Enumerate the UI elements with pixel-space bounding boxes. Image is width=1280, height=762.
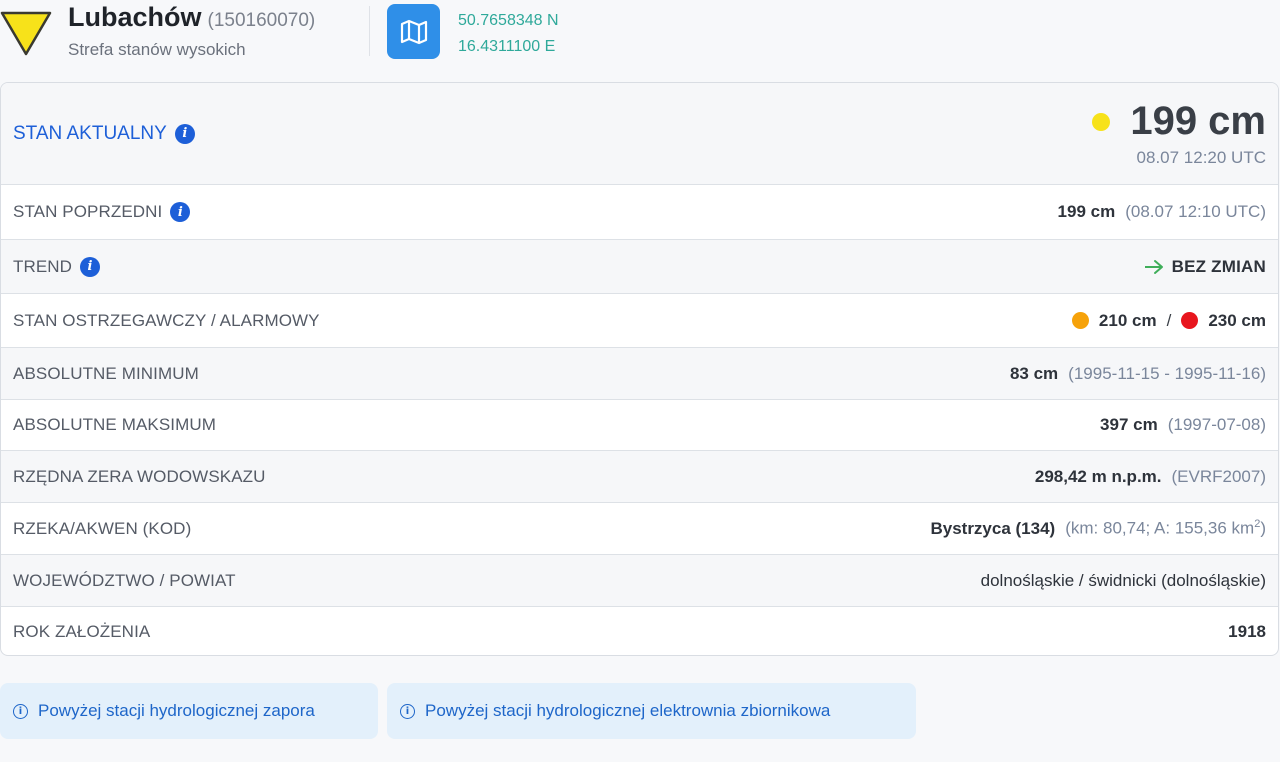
current-time: 08.07 12:20 UTC (1136, 148, 1266, 167)
previous-time: (08.07 12:10 UTC) (1125, 202, 1266, 221)
abs-min-value: 83 cm (1995-11-15 - 1995-11-16) (1010, 364, 1266, 384)
arrow-right-icon (1144, 259, 1163, 274)
previous-state-label: STAN POPRZEDNI i (13, 202, 191, 222)
region-text: dolnośląskie / świdnicki (dolnośląskie) (980, 570, 1266, 590)
thresholds-value: 210 cm / 230 cm (1071, 310, 1266, 331)
river-details: (km: 80,74; A: 155,36 km2) (1065, 518, 1266, 539)
notice-hydro-plant-text: Powyżej stacji hydrologicznej elektrowni… (425, 701, 831, 720)
previous-state-value: 199 cm (08.07 12:10 UTC) (1058, 202, 1266, 222)
abs-max-value: 397 cm (1997-07-08) (1100, 415, 1266, 435)
notice-hydro-plant[interactable]: i Powyżej stacji hydrologicznej elektrow… (387, 683, 916, 739)
station-name: Lubachów (68, 2, 202, 32)
previous-level: 199 cm (1057, 202, 1116, 221)
info-icon[interactable]: i (80, 256, 101, 277)
previous-state-row: STAN POPRZEDNI i 199 cm (08.07 12:10 UTC… (1, 184, 1278, 239)
gauge-zero-datum: (EVRF2007) (1171, 466, 1266, 486)
info-circle-icon: i (13, 703, 28, 719)
station-id: (150160070) (207, 10, 316, 31)
trend-text: TREND (13, 256, 73, 276)
trend-status: BEZ ZMIAN (1171, 256, 1266, 276)
region-value: dolnośląskie / świdnicki (dolnośląskie) (981, 571, 1266, 591)
warning-level-indicator (1071, 312, 1089, 329)
abs-min-label: ABSOLUTNE MINIMUM (13, 363, 199, 383)
river-label: RZEKA/AKWEN (KOD) (13, 518, 192, 538)
alarm-level: 230 cm (1208, 310, 1266, 330)
river-row: RZEKA/AKWEN (KOD) Bystrzyca (134) (km: 8… (1, 502, 1278, 554)
trend-row: TREND i BEZ ZMIAN (1, 239, 1278, 293)
region-label: WOJEWÓDZTWO / POWIAT (13, 570, 236, 590)
current-state-row: STAN AKTUALNY i 199 cm 08.07 12:20 UTC (1, 83, 1278, 184)
current-state-text: STAN AKTUALNY (13, 122, 167, 144)
previous-state-text: STAN POPRZEDNI (13, 202, 163, 221)
info-icon[interactable]: i (174, 123, 195, 144)
gauge-zero-elevation: 298,42 m n.p.m. (1034, 466, 1162, 486)
founded-value: 1918 (1228, 622, 1266, 642)
thresholds-row: STAN OSTRZEGAWCZY / ALARMOWY 210 cm / 23… (1, 293, 1278, 347)
map-button[interactable] (387, 4, 440, 59)
thresholds-label: STAN OSTRZEGAWCZY / ALARMOWY (13, 310, 320, 330)
current-level: 199 cm (1130, 99, 1266, 143)
station-info-card: STAN AKTUALNY i 199 cm 08.07 12:20 UTC S… (0, 82, 1279, 656)
river-name: Bystrzyca (134) (930, 518, 1056, 538)
info-circle-icon: i (400, 703, 415, 719)
notice-dam-text: Powyżej stacji hydrologicznej zapora (38, 701, 315, 720)
trend-label: TREND i (13, 256, 101, 277)
abs-max-date: (1997-07-08) (1167, 415, 1266, 434)
info-icon[interactable]: i (170, 202, 191, 222)
current-state-label: STAN AKTUALNY i (13, 123, 195, 145)
gauge-zero-value: 298,42 m n.p.m. (EVRF2007) (1035, 467, 1266, 487)
founded-row: ROK ZAŁOŻENIA 1918 (1, 606, 1278, 655)
longitude: 16.4311100 E (458, 38, 556, 55)
station-page: Lubachów (150160070) Strefa stanów wysoki… (0, 0, 1280, 762)
region-row: WOJEWÓDZTWO / POWIAT dolnośląskie / świd… (1, 554, 1278, 606)
map-icon (400, 19, 427, 44)
current-level-indicator (1092, 112, 1111, 131)
trend-value: BEZ ZMIAN (1144, 257, 1266, 277)
gauge-zero-row: RZĘDNA ZERA WODOWSKAZU 298,42 m n.p.m. (… (1, 450, 1278, 502)
station-zone: Strefa stanów wysokich (68, 40, 246, 59)
warning-level: 210 cm (1098, 310, 1157, 330)
river-details-text: (km: 80,74; A: 155,36 km (1065, 518, 1255, 538)
abs-max-row: ABSOLUTNE MAKSIMUM 397 cm (1997-07-08) (1, 399, 1278, 450)
founded-label: ROK ZAŁOŻENIA (13, 622, 151, 641)
current-state-value: 199 cm 08.07 12:20 UTC (1092, 99, 1266, 168)
abs-min-level: 83 cm (1009, 363, 1059, 383)
river-value: Bystrzyca (134) (km: 80,74; A: 155,36 km… (930, 518, 1266, 539)
station-header: Lubachów (150160070) Strefa stanów wysoki… (0, 0, 1280, 82)
threshold-separator: / (1166, 310, 1172, 330)
gauge-zero-label: RZĘDNA ZERA WODOWSKAZU (13, 466, 266, 486)
river-details-end: ) (1260, 518, 1266, 538)
abs-min-row: ABSOLUTNE MINIMUM 83 cm (1995-11-15 - 19… (1, 347, 1278, 399)
warning-triangle-icon (0, 11, 52, 56)
header-divider (369, 6, 370, 56)
station-title: Lubachów (150160070) (68, 2, 315, 33)
abs-max-level: 397 cm (1100, 415, 1158, 434)
latitude: 50.7658348 N (458, 12, 559, 29)
abs-min-dates: (1995-11-15 - 1995-11-16) (1068, 363, 1266, 383)
alarm-level-indicator (1181, 312, 1199, 329)
notice-dam[interactable]: i Powyżej stacji hydrologicznej zapora (0, 683, 378, 739)
abs-max-label: ABSOLUTNE MAKSIMUM (13, 415, 216, 434)
founded-year: 1918 (1228, 622, 1266, 641)
